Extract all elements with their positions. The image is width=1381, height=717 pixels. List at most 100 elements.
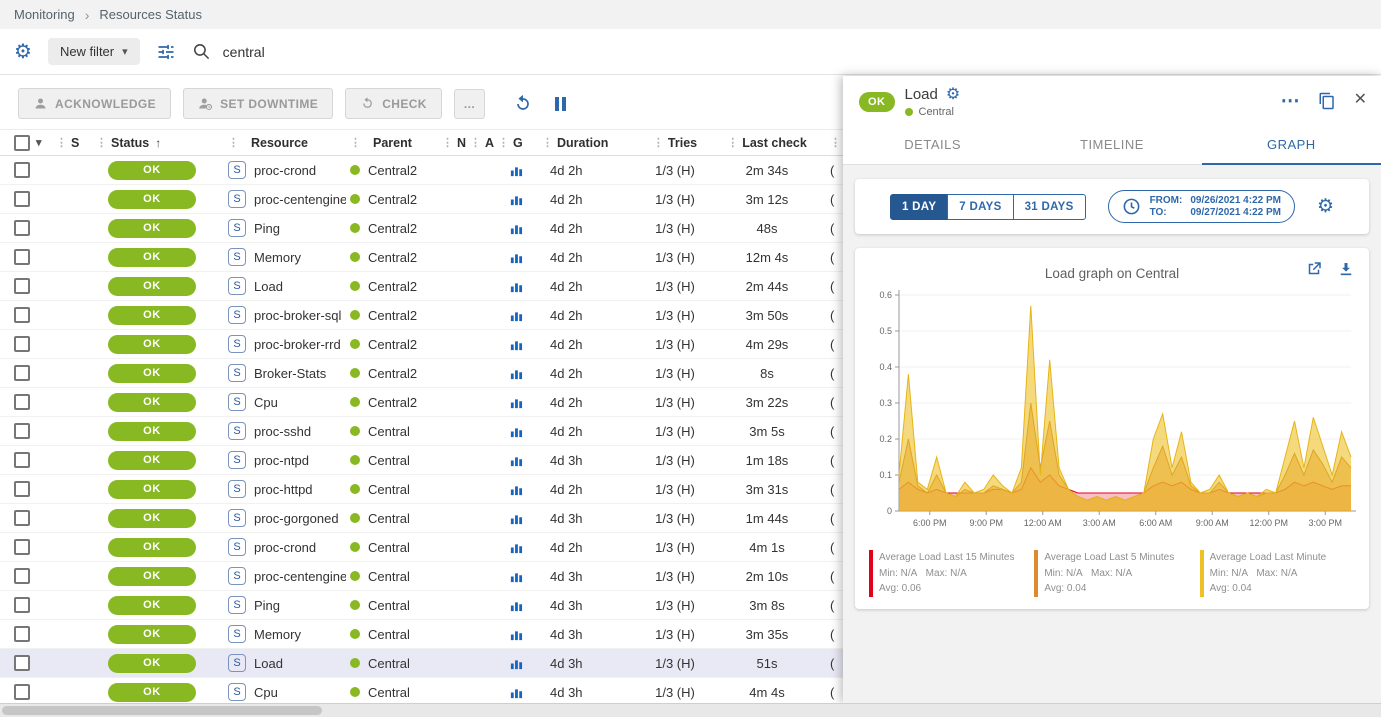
parent-name[interactable]: Central bbox=[368, 453, 410, 468]
parent-name[interactable]: Central2 bbox=[368, 221, 417, 236]
graph-icon[interactable] bbox=[509, 366, 524, 381]
refresh-icon[interactable] bbox=[513, 94, 533, 114]
drag-handle-icon[interactable]: ⋮ bbox=[56, 136, 67, 149]
parent-name[interactable]: Central bbox=[368, 656, 410, 671]
graph-icon[interactable] bbox=[509, 221, 524, 236]
graph-icon[interactable] bbox=[509, 337, 524, 352]
pause-autorefresh-icon[interactable] bbox=[555, 97, 566, 111]
row-checkbox[interactable] bbox=[14, 191, 30, 207]
parent-name[interactable]: Central bbox=[368, 627, 410, 642]
graph-icon[interactable] bbox=[509, 540, 524, 555]
graph-icon[interactable] bbox=[509, 424, 524, 439]
custom-date-range-button[interactable]: FROM: 09/26/2021 4:22 PM TO: 09/27/2021 … bbox=[1108, 190, 1295, 223]
drag-handle-icon[interactable]: ⋮ bbox=[653, 136, 664, 149]
range-1-day-button[interactable]: 1 DAY bbox=[890, 194, 948, 220]
row-checkbox[interactable] bbox=[14, 452, 30, 468]
graph-icon[interactable] bbox=[509, 685, 524, 700]
drag-handle-icon[interactable]: ⋮ bbox=[470, 136, 481, 149]
tab-graph[interactable]: GRAPH bbox=[1202, 124, 1381, 165]
resource-name[interactable]: Ping bbox=[254, 221, 280, 236]
more-actions-button[interactable]: ... bbox=[454, 89, 485, 119]
header-status[interactable]: ⋮ Status ↑ bbox=[96, 136, 224, 150]
tab-timeline[interactable]: TIMELINE bbox=[1022, 124, 1201, 164]
graph-icon[interactable] bbox=[509, 250, 524, 265]
row-checkbox[interactable] bbox=[14, 307, 30, 323]
parent-name[interactable]: Central bbox=[368, 482, 410, 497]
parent-name[interactable]: Central bbox=[368, 598, 410, 613]
resource-name[interactable]: Load bbox=[254, 279, 283, 294]
row-checkbox[interactable] bbox=[14, 336, 30, 352]
graph-icon[interactable] bbox=[509, 453, 524, 468]
parent-name[interactable]: Central2 bbox=[368, 395, 417, 410]
filter-settings-gear-icon[interactable]: ⚙ bbox=[14, 42, 32, 62]
drag-handle-icon[interactable]: ⋮ bbox=[498, 136, 509, 149]
range-7-days-button[interactable]: 7 DAYS bbox=[947, 194, 1013, 220]
row-checkbox[interactable] bbox=[14, 423, 30, 439]
graph-settings-gear-icon[interactable]: ⚙ bbox=[1317, 197, 1334, 216]
parent-name[interactable]: Central bbox=[368, 569, 410, 584]
parent-name[interactable]: Central2 bbox=[368, 308, 417, 323]
row-checkbox[interactable] bbox=[14, 626, 30, 642]
graph-icon[interactable] bbox=[509, 308, 524, 323]
row-checkbox[interactable] bbox=[14, 278, 30, 294]
resource-name[interactable]: Load bbox=[254, 656, 283, 671]
parent-name[interactable]: Central bbox=[368, 511, 410, 526]
copy-link-icon[interactable] bbox=[1318, 92, 1336, 110]
row-checkbox[interactable] bbox=[14, 249, 30, 265]
header-a[interactable]: ⋮ A bbox=[470, 136, 498, 150]
new-filter-dropdown[interactable]: New filter ▾ bbox=[48, 38, 140, 65]
header-g[interactable]: ⋮ G bbox=[498, 136, 534, 150]
graph-icon[interactable] bbox=[509, 279, 524, 294]
drag-handle-icon[interactable]: ⋮ bbox=[228, 136, 239, 149]
scrollbar-thumb[interactable] bbox=[2, 706, 322, 715]
open-in-new-icon[interactable] bbox=[1305, 260, 1323, 278]
row-checkbox[interactable] bbox=[14, 684, 30, 700]
search-input[interactable] bbox=[223, 44, 523, 60]
select-menu-chevron-icon[interactable]: ▾ bbox=[36, 136, 42, 149]
resource-name[interactable]: proc-gorgoned bbox=[254, 511, 339, 526]
resource-name[interactable]: proc-centengine bbox=[254, 192, 346, 207]
resource-name[interactable]: proc-httpd bbox=[254, 482, 313, 497]
row-checkbox[interactable] bbox=[14, 162, 30, 178]
header-resource[interactable]: ⋮ Resource bbox=[224, 136, 346, 150]
sort-ascending-icon[interactable]: ↑ bbox=[155, 136, 161, 150]
resource-name[interactable]: Cpu bbox=[254, 685, 278, 700]
row-checkbox[interactable] bbox=[14, 597, 30, 613]
resource-name[interactable]: proc-broker-rrd bbox=[254, 337, 341, 352]
resource-name[interactable]: proc-ntpd bbox=[254, 453, 309, 468]
graph-icon[interactable] bbox=[509, 395, 524, 410]
drag-handle-icon[interactable]: ⋮ bbox=[350, 136, 361, 149]
parent-name[interactable]: Central2 bbox=[368, 279, 417, 294]
legend-item[interactable]: Average Load Last Minute Min: N/A Max: N… bbox=[1200, 550, 1355, 597]
graph-icon[interactable] bbox=[509, 192, 524, 207]
row-checkbox[interactable] bbox=[14, 568, 30, 584]
resource-name[interactable]: Ping bbox=[254, 598, 280, 613]
graph-icon[interactable] bbox=[509, 569, 524, 584]
row-checkbox[interactable] bbox=[14, 539, 30, 555]
close-icon[interactable]: ✕ bbox=[1354, 92, 1367, 108]
resource-name[interactable]: Memory bbox=[254, 250, 301, 265]
acknowledge-button[interactable]: ACKNOWLEDGE bbox=[18, 88, 171, 119]
check-button[interactable]: CHECK bbox=[345, 88, 442, 119]
resource-name[interactable]: Cpu bbox=[254, 395, 278, 410]
drag-handle-icon[interactable]: ⋮ bbox=[442, 136, 453, 149]
search-icon[interactable] bbox=[192, 42, 211, 61]
resource-name[interactable]: proc-centengine bbox=[254, 569, 346, 584]
legend-item[interactable]: Average Load Last 5 Minutes Min: N/A Max… bbox=[1034, 550, 1189, 597]
parent-name[interactable]: Central bbox=[368, 685, 410, 700]
horizontal-scrollbar[interactable] bbox=[0, 703, 1381, 717]
graph-icon[interactable] bbox=[509, 482, 524, 497]
parent-name[interactable]: Central2 bbox=[368, 163, 417, 178]
load-chart[interactable]: 00.10.20.30.40.50.66:00 PM9:00 PM12:00 A… bbox=[863, 283, 1361, 542]
resource-name[interactable]: Broker-Stats bbox=[254, 366, 326, 381]
tune-filter-icon[interactable] bbox=[156, 42, 176, 62]
breadcrumb-item-resources-status[interactable]: Resources Status bbox=[99, 7, 202, 22]
set-downtime-button[interactable]: SET DOWNTIME bbox=[183, 88, 333, 119]
tab-details[interactable]: DETAILS bbox=[843, 124, 1022, 164]
graph-icon[interactable] bbox=[509, 656, 524, 671]
parent-name[interactable]: Central2 bbox=[368, 250, 417, 265]
row-checkbox[interactable] bbox=[14, 394, 30, 410]
range-31-days-button[interactable]: 31 DAYS bbox=[1013, 194, 1086, 220]
row-checkbox[interactable] bbox=[14, 655, 30, 671]
header-parent[interactable]: ⋮ Parent bbox=[346, 136, 442, 150]
